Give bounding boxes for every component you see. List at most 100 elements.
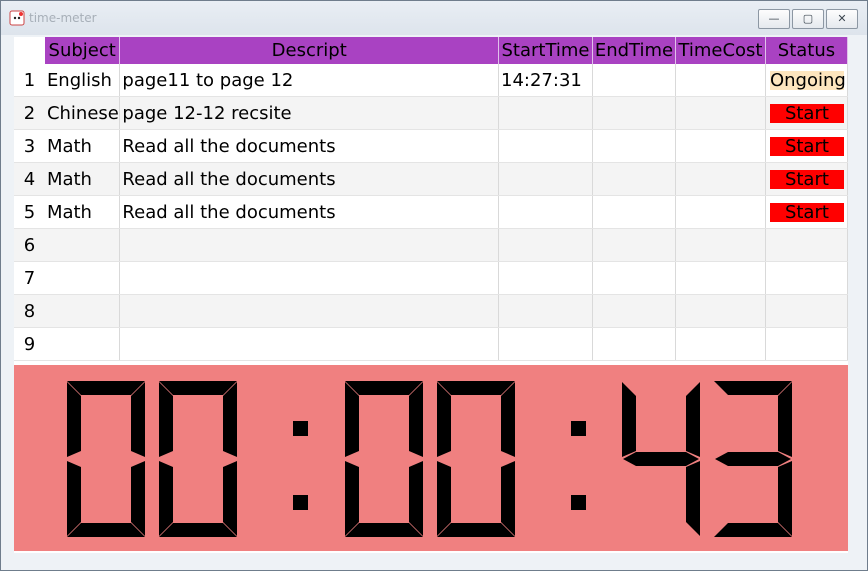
cell-starttime[interactable]: 14:27:31 bbox=[498, 64, 593, 97]
cell-timecost[interactable] bbox=[675, 64, 766, 97]
cell-descript[interactable] bbox=[119, 228, 499, 262]
row-number[interactable]: 6 bbox=[14, 228, 45, 262]
start-button[interactable]: Start bbox=[769, 136, 844, 156]
cell-endtime[interactable] bbox=[592, 195, 676, 229]
start-button[interactable]: Start bbox=[769, 103, 844, 123]
table-row[interactable]: 4 Math Read all the documents Start bbox=[14, 162, 849, 196]
cell-timecost[interactable] bbox=[675, 294, 766, 328]
table-row[interactable]: 8 bbox=[14, 294, 849, 328]
cell-endtime[interactable] bbox=[592, 96, 676, 130]
cell-descript[interactable]: Read all the documents bbox=[119, 129, 499, 163]
cell-endtime[interactable] bbox=[592, 327, 676, 361]
segment-a bbox=[714, 381, 792, 395]
segment-b bbox=[409, 382, 423, 457]
cell-subject[interactable] bbox=[44, 294, 121, 328]
row-number[interactable]: 9 bbox=[14, 327, 45, 361]
row-number[interactable]: 7 bbox=[14, 261, 45, 295]
clock-digit bbox=[159, 381, 237, 537]
cell-status[interactable]: Ongoing bbox=[765, 64, 849, 97]
cell-timecost[interactable] bbox=[675, 96, 766, 130]
maximize-button[interactable]: ▢ bbox=[792, 9, 824, 29]
minimize-button[interactable]: — bbox=[758, 9, 790, 29]
segment-d bbox=[345, 523, 423, 537]
cell-endtime[interactable] bbox=[592, 64, 676, 97]
segment-g bbox=[715, 452, 791, 466]
table-row[interactable]: 7 bbox=[14, 261, 849, 295]
column-header-descript[interactable]: Descript bbox=[119, 37, 499, 64]
start-button[interactable]: Start bbox=[769, 202, 844, 222]
cell-descript[interactable] bbox=[119, 261, 499, 295]
digital-clock bbox=[67, 381, 792, 537]
cell-timecost[interactable] bbox=[675, 162, 766, 196]
cell-subject[interactable] bbox=[44, 228, 121, 262]
segment-d bbox=[67, 523, 145, 537]
cell-status[interactable] bbox=[765, 261, 849, 295]
cell-subject[interactable]: Math bbox=[44, 195, 121, 229]
cell-endtime[interactable] bbox=[592, 228, 676, 262]
cell-descript[interactable]: page11 to page 12 bbox=[119, 64, 499, 97]
cell-timecost[interactable] bbox=[675, 228, 766, 262]
close-button[interactable]: ✕ bbox=[826, 9, 858, 29]
cell-status[interactable] bbox=[765, 228, 849, 262]
cell-descript[interactable] bbox=[119, 294, 499, 328]
start-button[interactable]: Start bbox=[769, 169, 844, 189]
cell-status[interactable] bbox=[765, 294, 849, 328]
table-row[interactable]: 3 Math Read all the documents Start bbox=[14, 129, 849, 163]
table-row[interactable]: 6 bbox=[14, 228, 849, 262]
cell-subject[interactable] bbox=[44, 327, 121, 361]
window-title: time-meter bbox=[29, 11, 97, 25]
row-number[interactable]: 8 bbox=[14, 294, 45, 328]
ongoing-status-badge[interactable]: Ongoing bbox=[769, 70, 846, 90]
cell-starttime[interactable] bbox=[498, 96, 593, 130]
row-number[interactable]: 1 bbox=[14, 64, 45, 97]
cell-starttime[interactable] bbox=[498, 162, 593, 196]
cell-subject[interactable]: Chinese bbox=[44, 96, 121, 130]
cell-status[interactable]: Start bbox=[765, 195, 849, 229]
cell-timecost[interactable] bbox=[675, 261, 766, 295]
cell-status[interactable]: Start bbox=[765, 162, 849, 196]
row-number[interactable]: 4 bbox=[14, 162, 45, 196]
cell-timecost[interactable] bbox=[675, 327, 766, 361]
cell-subject[interactable]: Math bbox=[44, 129, 121, 163]
minimize-icon: — bbox=[768, 12, 780, 25]
column-header-status[interactable]: Status bbox=[765, 37, 849, 64]
row-number[interactable]: 5 bbox=[14, 195, 45, 229]
column-header-subject[interactable]: Subject bbox=[44, 37, 121, 64]
cell-status[interactable]: Start bbox=[765, 96, 849, 130]
segment-a bbox=[345, 381, 423, 395]
table-row[interactable]: 5 Math Read all the documents Start bbox=[14, 195, 849, 229]
cell-status[interactable]: Start bbox=[765, 129, 849, 163]
column-header-starttime[interactable]: StartTime bbox=[498, 37, 593, 64]
cell-endtime[interactable] bbox=[592, 129, 676, 163]
cell-descript[interactable] bbox=[119, 327, 499, 361]
title-bar[interactable]: time-meter — ▢ ✕ bbox=[1, 1, 867, 35]
column-header-timecost[interactable]: TimeCost bbox=[675, 37, 766, 64]
cell-descript[interactable]: Read all the documents bbox=[119, 195, 499, 229]
cell-endtime[interactable] bbox=[592, 261, 676, 295]
table-row[interactable]: 2 Chinese page 12-12 recsite Start bbox=[14, 96, 849, 130]
cell-subject[interactable]: English bbox=[44, 64, 121, 97]
cell-status[interactable] bbox=[765, 327, 849, 361]
cell-endtime[interactable] bbox=[592, 294, 676, 328]
cell-descript[interactable]: Read all the documents bbox=[119, 162, 499, 196]
cell-starttime[interactable] bbox=[498, 261, 593, 295]
segment-d bbox=[437, 523, 515, 537]
cell-endtime[interactable] bbox=[592, 162, 676, 196]
cell-subject[interactable]: Math bbox=[44, 162, 121, 196]
segment-d bbox=[714, 523, 792, 537]
cell-starttime[interactable] bbox=[498, 195, 593, 229]
cell-timecost[interactable] bbox=[675, 195, 766, 229]
table-row[interactable]: 9 bbox=[14, 327, 849, 361]
row-number[interactable]: 3 bbox=[14, 129, 45, 163]
cell-timecost[interactable] bbox=[675, 129, 766, 163]
row-number[interactable]: 2 bbox=[14, 96, 45, 130]
cell-starttime[interactable] bbox=[498, 228, 593, 262]
cell-starttime[interactable] bbox=[498, 129, 593, 163]
cell-descript[interactable]: page 12-12 recsite bbox=[119, 96, 499, 130]
cell-starttime[interactable] bbox=[498, 327, 593, 361]
column-header-endtime[interactable]: EndTime bbox=[592, 37, 676, 64]
table-row[interactable]: 1 English page11 to page 12 14:27:31 Ongoing bbox=[14, 64, 849, 97]
segment-e bbox=[345, 461, 359, 536]
cell-subject[interactable] bbox=[44, 261, 121, 295]
cell-starttime[interactable] bbox=[498, 294, 593, 328]
